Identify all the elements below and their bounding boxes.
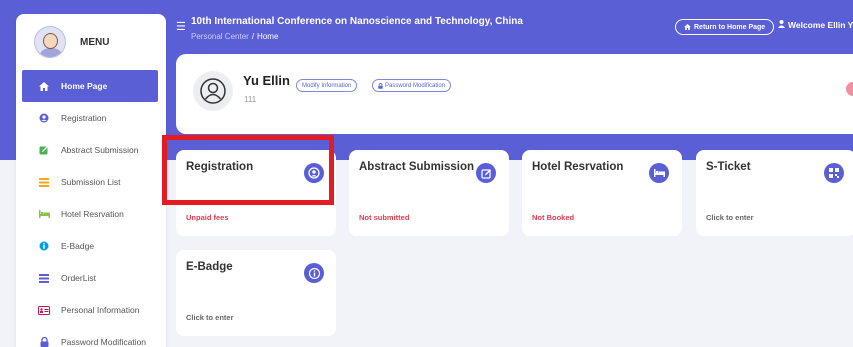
breadcrumb-home: Home — [257, 32, 279, 41]
card-abstract-submission[interactable]: Abstract Submission Not submitted — [349, 150, 509, 236]
sidebar-item-password-modification[interactable]: Password Modification — [16, 326, 166, 347]
info-icon — [38, 241, 50, 251]
menu-title: MENU — [80, 36, 110, 48]
qr-icon — [824, 163, 844, 183]
sidebar-item-label: E-Badge — [61, 241, 95, 251]
lock-icon — [38, 337, 50, 347]
password-modification-button[interactable]: Password Modification — [372, 79, 452, 92]
card-hotel-resrvation[interactable]: Hotel Resrvation Not Booked — [522, 150, 682, 236]
sidebar-item-label: OrderList — [61, 273, 96, 283]
sidebar: MENU Home Page Registration Abstract Sub… — [16, 14, 166, 347]
avatar — [34, 26, 66, 58]
sidebar-item-label: Hotel Resrvation — [61, 209, 124, 219]
profile-name: Yu Ellin — [243, 73, 290, 88]
breadcrumb: Personal Center / Home — [191, 32, 278, 41]
card-status: Unpaid fees — [186, 213, 229, 222]
sidebar-item-submission-list[interactable]: Submission List — [16, 166, 166, 198]
list-icon — [38, 273, 50, 283]
bed-icon — [38, 210, 50, 218]
profile-id: 111 — [244, 95, 257, 104]
sidebar-item-label: Submission List — [61, 177, 121, 187]
sidebar-item-label: Home Page — [61, 81, 108, 91]
edit-icon — [476, 163, 496, 183]
sidebar-item-hotel-resrvation[interactable]: Hotel Resrvation — [16, 198, 166, 230]
page-title: 10th International Conference on Nanosci… — [191, 16, 523, 27]
sidebar-nav: Home Page Registration Abstract Submissi… — [16, 70, 166, 347]
home-icon — [684, 24, 691, 30]
return-to-home-label: Return to Home Page — [694, 23, 766, 31]
card-e-badge[interactable]: E-Badge Click to enter — [176, 250, 336, 336]
card-title: Abstract Submission — [359, 161, 475, 173]
sidebar-item-home-page[interactable]: Home Page — [22, 70, 158, 102]
menu-toggle-icon[interactable]: ☰ — [176, 20, 186, 33]
edit-icon — [38, 145, 50, 155]
list-icon — [38, 177, 50, 187]
password-modification-label: Password Modification — [385, 82, 446, 89]
card-s-ticket[interactable]: S-Ticket Click to enter — [696, 150, 853, 236]
modify-information-button[interactable]: Modify Information — [296, 79, 358, 92]
lock-icon — [378, 82, 383, 89]
user-outline-icon — [200, 78, 226, 104]
sidebar-item-orderlist[interactable]: OrderList — [16, 262, 166, 294]
sidebar-item-registration[interactable]: Registration — [16, 102, 166, 134]
highlight-box — [162, 135, 334, 205]
card-title: Hotel Resrvation — [532, 161, 624, 173]
profile-card: Yu Ellin 111 Modify Information Password… — [176, 54, 853, 134]
welcome-user[interactable]: Welcome Ellin Yu — [778, 20, 853, 30]
sidebar-item-personal-information[interactable]: Personal Information — [16, 294, 166, 326]
bed-icon — [649, 163, 669, 183]
card-title: E-Badge — [186, 261, 233, 273]
sidebar-item-e-badge[interactable]: E-Badge — [16, 230, 166, 262]
return-to-home-button[interactable]: Return to Home Page — [675, 19, 775, 35]
breadcrumb-personal-center[interactable]: Personal Center — [191, 32, 249, 41]
breadcrumb-separator: / — [251, 32, 255, 41]
card-status: Click to enter — [186, 313, 234, 322]
info-icon — [304, 263, 324, 283]
home-icon — [38, 81, 50, 91]
notification-dot[interactable] — [846, 82, 853, 96]
sidebar-item-label: Personal Information — [61, 305, 140, 315]
card-status: Not submitted — [359, 213, 410, 222]
user-circle-icon — [38, 113, 50, 123]
sidebar-item-label: Password Modification — [61, 337, 147, 347]
user-icon — [778, 20, 785, 28]
card-title: S-Ticket — [706, 161, 751, 173]
sidebar-item-label: Abstract Submission — [61, 145, 139, 155]
id-card-icon — [38, 305, 50, 315]
sidebar-item-label: Registration — [61, 113, 107, 123]
welcome-label: Welcome Ellin Yu — [788, 20, 853, 30]
menu-header: MENU — [16, 14, 166, 70]
sidebar-item-abstract-submission[interactable]: Abstract Submission — [16, 134, 166, 166]
profile-avatar — [193, 71, 233, 111]
card-status: Not Booked — [532, 213, 575, 222]
card-status: Click to enter — [706, 213, 754, 222]
